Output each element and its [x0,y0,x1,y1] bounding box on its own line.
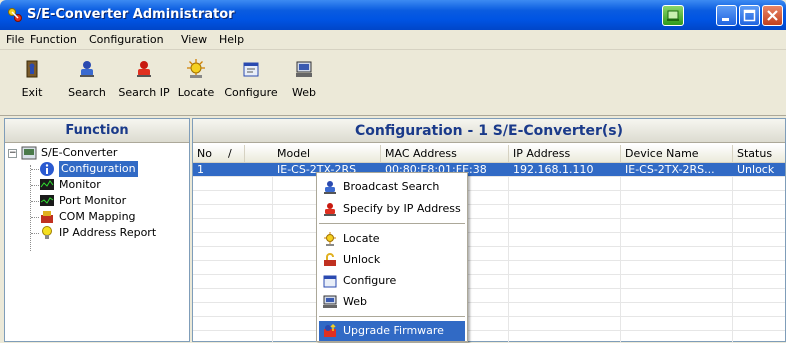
cell-status: Unlock [737,163,775,176]
tree-item-port-monitor-label: Port Monitor [59,194,127,207]
tree-item-configuration-label: Configuration [59,161,138,177]
column-ip-address[interactable]: IP Address [509,145,621,163]
search-label: Search [68,86,106,99]
search-button[interactable]: Search [60,56,114,112]
exit-button[interactable]: Exit [12,56,52,112]
device-table: No / Model MAC Address IP Address Device … [193,145,785,343]
exit-icon [26,60,38,78]
window-title: S/E-Converter Administrator [27,7,235,22]
context-menu: Broadcast Search Specify by IP Address L… [316,172,468,342]
menu-help[interactable]: Help [219,33,244,46]
configure-icon [323,275,337,288]
menu-item-web[interactable]: Web [319,292,465,312]
port-monitor-icon [40,195,54,206]
minimize-button[interactable] [716,5,737,26]
configure-label: Configure [224,86,278,99]
locate-button[interactable]: Locate [174,56,218,112]
web-icon [296,61,312,77]
column-device-name[interactable]: Device Name [621,145,733,163]
app-icon [8,8,22,22]
search-ip-label: Search IP [118,86,170,99]
specify-ip-icon [324,203,336,216]
maximize-button[interactable] [739,5,760,26]
configure-icon [243,62,259,77]
tree-item-ip-address-report-label: IP Address Report [59,226,157,239]
title-bar[interactable]: S/E-Converter Administrator [0,0,786,30]
menu-separator [319,223,465,224]
configure-button[interactable]: Configure [222,56,280,112]
locate-label: Locate [177,86,215,99]
cell-device-name: IE-CS-2TX-2RS... [625,163,715,176]
cell-no: 1 [197,163,204,176]
menu-item-configure[interactable]: Configure [319,271,465,291]
menu-separator [319,316,465,317]
tree-collapse-toggle[interactable]: − [8,149,17,158]
table-row[interactable]: 1 IE-CS-2TX-2RS 00:80:E8:01:FE:38 192.16… [193,163,785,177]
table-header: No / Model MAC Address IP Address Device … [193,145,785,163]
search-icon [80,61,94,77]
com-mapping-icon [41,211,53,223]
tree-item-monitor-label: Monitor [59,178,101,191]
unlock-icon [324,253,336,266]
configuration-panel: Configuration - 1 S/E-Converter(s) No / M… [192,118,786,343]
menu-view[interactable]: View [181,33,207,46]
converter-icon [21,146,37,160]
exit-label: Exit [21,86,43,99]
search-ip-icon [137,61,151,77]
column-no[interactable]: No / [193,145,245,163]
menu-item-broadcast-search[interactable]: Broadcast Search [319,177,465,197]
menu-item-upgrade-firmware[interactable]: Upgrade Firmware [319,321,465,341]
close-button[interactable] [762,5,783,26]
function-panel-title: Function [5,119,189,143]
toolbar: Exit Search Search IP Locate Configure W… [0,50,786,116]
column-model[interactable]: Model [273,145,381,163]
network-icon[interactable] [662,5,684,26]
tree-root-label: S/E-Converter [41,146,118,159]
tree-item-com-mapping-label: COM Mapping [59,210,136,223]
menu-file[interactable]: File [6,33,24,46]
menu-configuration[interactable]: Configuration [89,33,164,46]
menu-item-locate[interactable]: Locate [319,229,465,249]
broadcast-search-icon [324,181,336,194]
upgrade-firmware-icon [324,323,336,337]
web-icon [323,295,337,308]
web-label: Web [292,86,316,99]
column-mac-address[interactable]: MAC Address [381,145,509,163]
menu-item-unlock[interactable]: Unlock [319,250,465,270]
menu-function[interactable]: Function [30,33,77,46]
locate-icon [324,232,336,246]
cell-ip-address: 192.168.1.110 [513,163,594,176]
info-icon [40,162,54,176]
function-panel: Function − S/E-Converter Configuration M… [4,118,190,342]
lightbulb-icon [42,226,52,239]
menu-item-specify-by-ip-address[interactable]: Specify by IP Address [319,199,465,219]
menu-bar: File Function Configuration View Help [0,30,786,50]
column-status[interactable]: Status [733,145,785,163]
web-button[interactable]: Web [286,56,322,112]
monitor-icon [40,179,54,190]
locate-icon [187,59,205,78]
configuration-panel-title: Configuration - 1 S/E-Converter(s) [193,119,785,143]
search-ip-button[interactable]: Search IP [116,56,172,112]
